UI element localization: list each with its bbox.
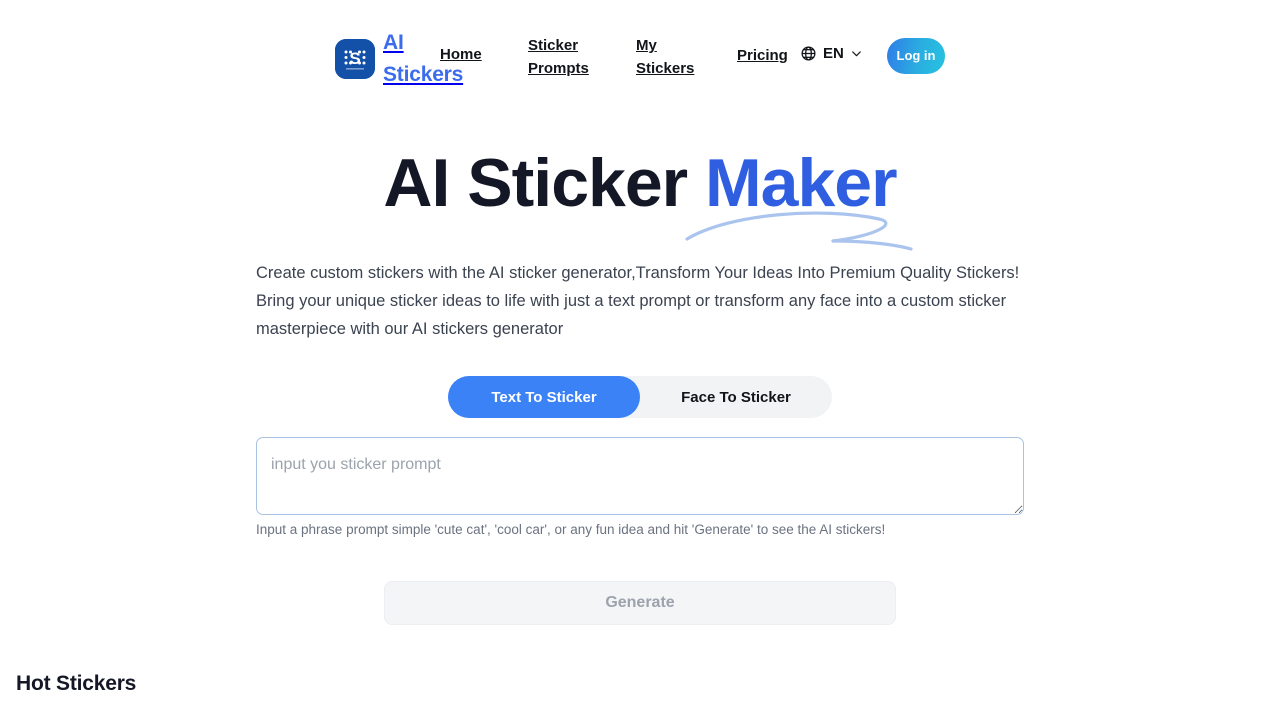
prompt-hint: Input a phrase prompt simple 'cute cat',… [256, 522, 886, 538]
hot-stickers-section: Hot Stickers [16, 672, 136, 696]
page-title-main: AI Sticker [383, 145, 706, 221]
svg-text:S: S [349, 49, 360, 68]
page-title: AI Sticker Maker [0, 112, 1280, 251]
hero-description: Create custom stickers with the AI stick… [256, 264, 1020, 339]
tab-text-to-sticker[interactable]: Text To Sticker [448, 376, 640, 419]
sticker-prompt-input[interactable] [256, 437, 1024, 516]
hot-stickers-title: Hot Stickers [16, 672, 137, 695]
nav-item-sticker-prompts[interactable]: Sticker Prompts [528, 34, 594, 81]
tab-face-to-sticker[interactable]: Face To Sticker [640, 376, 832, 418]
prompt-area: Input a phrase prompt simple 'cute cat',… [256, 437, 1024, 537]
site-header: S AI Stickers Home Sticker Prompts My St… [0, 0, 1280, 112]
page-title-accent-wrap: Maker [685, 145, 913, 251]
hero-section: AI Sticker Maker Create custom stickers … [0, 112, 1280, 626]
login-button[interactable]: Log in [887, 38, 945, 74]
nav-item-home[interactable]: Home [440, 46, 482, 63]
page-title-accent: Maker [705, 145, 898, 221]
nav-item-my-stickers[interactable]: My Stickers [636, 34, 698, 81]
mode-tabs: Text To Sticker Face To Sticker [448, 376, 832, 419]
language-selector[interactable]: EN [800, 45, 863, 62]
nav-item-pricing[interactable]: Pricing [737, 47, 788, 64]
chevron-down-icon [850, 47, 863, 60]
sticker-app-logo-icon: S [335, 38, 375, 79]
language-label: EN [823, 45, 844, 62]
globe-icon [800, 45, 817, 62]
generate-button[interactable]: Generate [384, 581, 896, 626]
